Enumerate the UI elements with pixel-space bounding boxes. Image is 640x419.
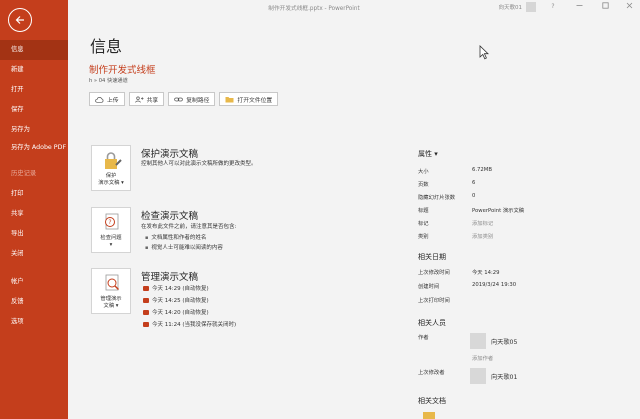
folder-icon (225, 96, 234, 102)
lock-icon (105, 152, 122, 169)
version-item[interactable]: 今天 11:24 (当我没保存就关闭时) (143, 320, 236, 328)
upload-cloud-icon (95, 96, 104, 103)
signed-in-user[interactable]: 向天歌01 (499, 3, 523, 11)
protect-description: 控制其他人可以对此演示文稿所做的更改类型。 (141, 161, 257, 167)
nav-item-export[interactable]: 导出 (0, 224, 68, 244)
restore-button[interactable] (600, 2, 610, 11)
manage-title: 管理演示文稿 (141, 272, 199, 283)
close-button[interactable] (624, 2, 634, 11)
nav-item-save-as[interactable]: 另存为 (0, 120, 68, 140)
author-name: 向天歌05 (491, 339, 518, 346)
add-tag-field[interactable]: 添加标记 (472, 219, 493, 227)
svg-text:?: ? (108, 219, 111, 226)
open-file-location-button[interactable]: 打开文件位置 (219, 92, 279, 106)
presentation-file-icon (143, 309, 149, 315)
inspect-bullet: 视觉人士可能难以阅读的内容 (145, 243, 223, 251)
document-name: 制作开发式线框 (89, 65, 156, 76)
version-item[interactable]: 今天 14:25 (自动恢复) (143, 296, 209, 304)
minimize-button[interactable] (574, 2, 584, 11)
inspect-document-icon: ? (105, 213, 119, 230)
nav-item-account[interactable]: 帐户 (0, 272, 68, 292)
upload-button[interactable]: 上传 (89, 92, 125, 106)
version-item[interactable]: 今天 14:20 (自动恢复) (143, 308, 209, 316)
help-button[interactable]: ? (548, 2, 558, 11)
presentation-file-icon (143, 321, 149, 327)
upload-label: 上传 (107, 97, 119, 104)
arrow-left-icon (15, 16, 24, 24)
nav-item-save-as-pdf[interactable]: 另存为 Adobe PDF (0, 140, 68, 164)
nav-item-feedback[interactable]: 反馈 (0, 292, 68, 312)
presentation-file-icon (143, 297, 149, 303)
inspect-bullet: 文档属性和作者的姓名 (145, 233, 206, 241)
nav-item-save[interactable]: 保存 (0, 100, 68, 120)
link-icon (174, 97, 183, 101)
share-button[interactable]: 共享 (128, 92, 165, 106)
title-bar: 制作开发式线框.pptx - PowerPoint 向天歌01 ? (68, 0, 640, 14)
last-modified-name: 向天歌01 (491, 374, 518, 381)
nav-item-print[interactable]: 打印 (0, 184, 68, 204)
protect-presentation-button[interactable]: 保护 演示文稿 ▾ (91, 145, 131, 191)
window-title: 制作开发式线框.pptx - PowerPoint (268, 6, 360, 12)
related-dates-header: 相关日期 (418, 253, 446, 261)
related-people-header: 相关人员 (418, 319, 446, 327)
manage-document-icon (105, 274, 119, 291)
minimize-icon (576, 5, 582, 6)
author-entry[interactable]: 向天歌05 (470, 333, 550, 349)
version-item[interactable]: 今天 14:29 (自动恢复) (143, 284, 209, 292)
nav-separator (0, 264, 68, 272)
last-modified-by-entry[interactable]: 向天歌01 (470, 368, 550, 384)
properties-header[interactable]: 属性 ▾ (418, 149, 438, 159)
presentation-file-icon (143, 285, 149, 291)
nav-item-new[interactable]: 新建 (0, 60, 68, 80)
copy-path-label: 复制路径 (186, 97, 210, 104)
open-file-location-label: 打开文件位置 (237, 97, 273, 104)
copy-path-button[interactable]: 复制路径 (168, 92, 216, 106)
author-avatar (470, 333, 486, 349)
file-actions: 上传 共享 复制路径 打开文件位置 (89, 92, 279, 106)
backstage-nav: 信息 新建 打开 保存 另存为 另存为 Adobe PDF 历史记录 打印 共享… (0, 40, 68, 332)
question-icon: ? (551, 3, 555, 10)
mouse-cursor-icon (479, 45, 489, 60)
protect-card-label: 保护 演示文稿 ▾ (98, 173, 124, 186)
back-button[interactable] (8, 8, 32, 32)
page-title: 信息 (90, 37, 123, 56)
restore-icon (601, 2, 609, 9)
nav-item-history[interactable]: 历史记录 (0, 164, 68, 184)
inspect-presentation-button[interactable]: ? 检查问题 ▾ (91, 207, 131, 253)
last-modified-avatar (470, 368, 486, 384)
title-value[interactable]: PowerPoint 演示文稿 (472, 206, 524, 214)
document-path: h » 04 快速通道 (89, 78, 128, 84)
inspect-description: 在发布此文件之前，请注意其是否包含: (141, 224, 237, 230)
protect-title: 保护演示文稿 (141, 149, 199, 160)
inspect-title: 检查演示文稿 (141, 211, 199, 222)
nav-item-info[interactable]: 信息 (0, 40, 68, 60)
nav-item-close[interactable]: 关闭 (0, 244, 68, 264)
nav-item-share[interactable]: 共享 (0, 204, 68, 224)
manage-presentation-button[interactable]: 管理演示 文稿 ▾ (91, 268, 131, 314)
share-icon (134, 96, 144, 103)
share-label: 共享 (146, 97, 159, 104)
nav-item-open[interactable]: 打开 (0, 80, 68, 100)
folder-icon (423, 412, 435, 419)
add-author-link[interactable]: 添加作者 (472, 354, 493, 362)
manage-card-label: 管理演示 文稿 ▾ (100, 296, 122, 309)
inspect-card-label: 检查问题 ▾ (100, 235, 122, 248)
backstage-sidebar: 信息 新建 打开 保存 另存为 另存为 Adobe PDF 历史记录 打印 共享… (0, 0, 68, 419)
related-documents-header: 相关文档 (418, 397, 446, 405)
user-avatar[interactable] (526, 2, 536, 12)
nav-item-options[interactable]: 选项 (0, 312, 68, 332)
add-category-field[interactable]: 添加类别 (472, 232, 493, 240)
close-icon (626, 2, 632, 9)
